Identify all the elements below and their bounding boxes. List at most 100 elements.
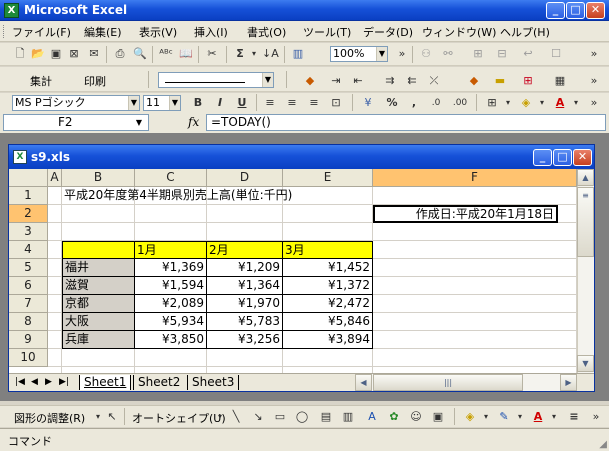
currency-icon[interactable]: ¥ bbox=[360, 95, 376, 111]
grid-cell[interactable] bbox=[283, 187, 373, 205]
cell-f2[interactable]: 作成日:平成20年1月18日 bbox=[373, 205, 558, 223]
insert-function-icon[interactable]: fx bbox=[188, 115, 199, 129]
column-header-e[interactable]: E bbox=[283, 169, 373, 187]
align-left-icon[interactable]: ≡ bbox=[262, 95, 278, 111]
font-size-select[interactable]: 11 ▼ bbox=[143, 95, 181, 111]
workbook-close-button[interactable]: ✕ bbox=[573, 149, 592, 166]
bold-icon[interactable]: B bbox=[190, 95, 206, 111]
arrow-icon[interactable]: ↘ bbox=[250, 409, 266, 425]
font-color-dropdown-icon[interactable]: ▾ bbox=[568, 95, 584, 111]
column-header-a[interactable]: A bbox=[48, 169, 62, 187]
grid-cell[interactable] bbox=[48, 223, 62, 241]
grid-cell[interactable] bbox=[373, 187, 577, 205]
menu-grip[interactable] bbox=[3, 25, 6, 38]
cell-d5[interactable]: ¥1,209 bbox=[207, 259, 283, 277]
scroll-down-icon[interactable]: ▼ bbox=[577, 355, 594, 372]
line-color-icon[interactable]: ✎ bbox=[496, 409, 512, 425]
row-header-8[interactable]: 8 bbox=[9, 313, 48, 331]
remove-arrows-icon[interactable]: ⤫ bbox=[426, 73, 442, 89]
grid-cell[interactable] bbox=[207, 205, 283, 223]
grid-cell[interactable] bbox=[283, 349, 373, 367]
permission-icon[interactable]: ⊠ bbox=[66, 46, 82, 62]
line-color-dropdown-icon[interactable]: ▾ bbox=[512, 409, 528, 425]
menu-insert[interactable]: 挿入(I) bbox=[194, 24, 228, 40]
next-sheet-icon[interactable]: ▶ bbox=[45, 375, 52, 390]
cell-b8[interactable]: 大阪 bbox=[62, 313, 135, 331]
cell-e5[interactable]: ¥1,452 bbox=[283, 259, 373, 277]
mail-icon[interactable]: ✉ bbox=[86, 46, 102, 62]
grid-cell[interactable] bbox=[373, 313, 577, 331]
borders-icon[interactable]: ⊞ bbox=[484, 95, 500, 111]
menu-format[interactable]: 書式(O) bbox=[247, 24, 286, 40]
remove-precedents-icon[interactable]: ⇤ bbox=[350, 73, 366, 89]
menu-edit[interactable]: 編集(E) bbox=[84, 24, 122, 40]
grid-cell[interactable] bbox=[48, 295, 62, 313]
line-icon[interactable]: ╲ bbox=[228, 409, 244, 425]
grid-cell[interactable] bbox=[48, 313, 62, 331]
print-icon[interactable]: ⎙ bbox=[112, 46, 128, 62]
line-style-icon[interactable]: ≡ bbox=[566, 409, 582, 425]
scroll-up-icon[interactable]: ▲ bbox=[577, 169, 594, 186]
invalid-data-icon[interactable]: ⊞ bbox=[520, 73, 536, 89]
rectangle-icon[interactable]: ▭ bbox=[272, 409, 288, 425]
diamond-icon[interactable]: ◆ bbox=[302, 73, 318, 89]
menu-help[interactable]: ヘルプ(H) bbox=[500, 24, 550, 40]
draw-font-color-icon[interactable]: A bbox=[530, 409, 546, 425]
cell-b6[interactable]: 滋賀 bbox=[62, 277, 135, 295]
grid-cell[interactable] bbox=[62, 223, 135, 241]
tab-sheet3[interactable]: Sheet3 bbox=[187, 375, 240, 390]
menu-data[interactable]: データ(D) bbox=[363, 24, 413, 40]
grid-cell[interactable] bbox=[62, 205, 135, 223]
italic-icon[interactable]: I bbox=[212, 95, 228, 111]
vertical-textbox-icon[interactable]: ▥ bbox=[340, 409, 356, 425]
row-header-2[interactable]: 2 bbox=[9, 205, 48, 223]
grid-cell[interactable] bbox=[207, 349, 283, 367]
horizontal-scrollbar[interactable]: ◀ ||| ▶ bbox=[355, 374, 577, 391]
calc-button[interactable]: 集計 bbox=[30, 73, 52, 89]
column-header-f[interactable]: F bbox=[373, 169, 577, 187]
grid-cell[interactable] bbox=[373, 277, 577, 295]
align-center-icon[interactable]: ≡ bbox=[284, 95, 300, 111]
trace-precedents-icon[interactable]: ⇥ bbox=[328, 73, 344, 89]
select-objects-icon[interactable]: ↖ bbox=[104, 409, 120, 425]
cell-c6[interactable]: ¥1,594 bbox=[135, 277, 207, 295]
cell-b7[interactable]: 京都 bbox=[62, 295, 135, 313]
grid-cell[interactable] bbox=[373, 241, 577, 259]
name-box[interactable]: F2 ▼ bbox=[3, 114, 149, 131]
font-color-icon[interactable]: A bbox=[552, 95, 568, 111]
tab-sheet1[interactable]: Sheet1 bbox=[79, 375, 132, 390]
save-icon[interactable]: ▣ bbox=[48, 46, 64, 62]
toolbar-chevron-icon[interactable]: » bbox=[588, 409, 604, 425]
cell-d7[interactable]: ¥1,970 bbox=[207, 295, 283, 313]
spelling-icon[interactable]: ᴬᴮᶜ bbox=[158, 46, 174, 62]
new-icon[interactable]: 🗋 bbox=[12, 46, 28, 62]
maximize-button[interactable]: □ bbox=[566, 2, 585, 19]
column-header-d[interactable]: D bbox=[207, 169, 283, 187]
grid-cell[interactable] bbox=[373, 223, 577, 241]
grid-cell[interactable] bbox=[373, 349, 577, 367]
select-all-corner[interactable] bbox=[9, 169, 48, 187]
cell-c4[interactable]: 1月 bbox=[135, 241, 207, 259]
prev-sheet-icon[interactable]: ◀ bbox=[31, 375, 38, 390]
close-button[interactable]: ✕ bbox=[586, 2, 605, 19]
cell-e4[interactable]: 3月 bbox=[283, 241, 373, 259]
workbook-icon[interactable]: X bbox=[13, 150, 27, 164]
fill-dropdown-icon[interactable]: ▾ bbox=[534, 95, 550, 111]
print-button[interactable]: 印刷 bbox=[84, 73, 106, 89]
resize-grip-icon[interactable]: ◢ bbox=[599, 439, 607, 450]
draw-fill-color-icon[interactable]: ◈ bbox=[462, 409, 478, 425]
trace-dependents-icon[interactable]: ⇉ bbox=[382, 73, 398, 89]
oval-icon[interactable]: ◯ bbox=[294, 409, 310, 425]
cell-c5[interactable]: ¥1,369 bbox=[135, 259, 207, 277]
grid-cell[interactable] bbox=[62, 349, 135, 367]
cell-e6[interactable]: ¥1,372 bbox=[283, 277, 373, 295]
line-style-select[interactable]: ▼ bbox=[158, 72, 274, 88]
toolbar-chevron-icon[interactable]: » bbox=[586, 46, 602, 62]
grid-cell[interactable] bbox=[207, 223, 283, 241]
vertical-scrollbar[interactable]: ▲ ≡ ▼ bbox=[577, 169, 594, 373]
row-header-9[interactable]: 9 bbox=[9, 331, 48, 349]
menu-file[interactable]: ファイル(F) bbox=[12, 24, 71, 40]
comma-icon[interactable]: , bbox=[406, 95, 422, 111]
grid-cell[interactable] bbox=[135, 223, 207, 241]
scroll-thumb[interactable]: ≡ bbox=[577, 187, 594, 257]
